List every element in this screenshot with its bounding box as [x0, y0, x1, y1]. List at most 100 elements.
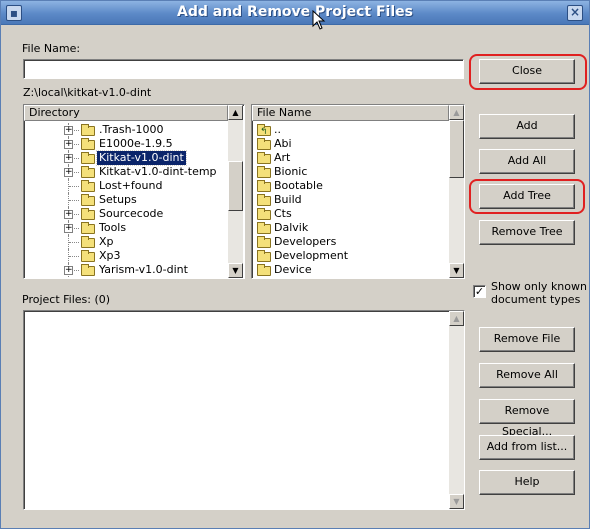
folder-icon — [257, 208, 271, 220]
scroll-down-icon[interactable]: ▼ — [228, 263, 243, 278]
scroll-thumb[interactable] — [228, 161, 243, 211]
folder-icon — [81, 180, 95, 192]
close-icon[interactable]: × — [567, 5, 583, 21]
expand-icon[interactable]: + — [64, 154, 73, 163]
file-list-item-label: Developers — [274, 235, 337, 248]
directory-item-label: Lost+found — [99, 179, 163, 192]
remove-file-button[interactable]: Remove File — [479, 327, 575, 352]
file-list-item[interactable]: Dalvik — [252, 221, 449, 235]
expand-icon[interactable]: + — [64, 168, 73, 177]
file-list-item[interactable]: Abi — [252, 137, 449, 151]
file-list-item[interactable]: Bionic — [252, 165, 449, 179]
file-name-label: File Name: — [22, 42, 81, 55]
remove-tree-button[interactable]: Remove Tree — [479, 220, 575, 245]
folder-icon — [81, 250, 95, 262]
project-files-scrollbar[interactable]: ▲ ▼ — [449, 311, 464, 509]
expand-icon[interactable]: + — [64, 224, 73, 233]
directory-item[interactable]: + Kitkat-v1.0-dint — [24, 150, 228, 166]
tree-line — [69, 256, 79, 257]
scroll-down-icon[interactable]: ▼ — [449, 494, 464, 509]
scroll-up-icon[interactable]: ▲ — [449, 311, 464, 326]
expand-icon[interactable]: + — [64, 140, 73, 149]
file-list-item[interactable]: Build — [252, 193, 449, 207]
file-list-item-label: Cts — [274, 207, 292, 220]
help-button[interactable]: Help — [479, 470, 575, 495]
tree-line — [69, 242, 79, 243]
folder-icon — [257, 250, 271, 262]
folder-icon — [257, 152, 271, 164]
file-list-item[interactable]: Development — [252, 249, 449, 263]
scroll-up-icon[interactable]: ▲ — [449, 105, 464, 120]
folder-icon — [257, 138, 271, 150]
file-name-input[interactable] — [23, 59, 464, 79]
folder-icon — [81, 138, 95, 150]
folder-icon — [81, 208, 95, 220]
file-list-item-label: Device — [274, 263, 312, 276]
folder-icon — [257, 194, 271, 206]
folder-icon — [81, 194, 95, 206]
directory-item-label: Yarism-v1.0-dint — [99, 263, 188, 276]
file-list[interactable]: File Name ↰.. Abi Art Bionic Bootable Build Ct… — [251, 104, 465, 279]
remove-all-button[interactable]: Remove All — [479, 363, 575, 388]
remove-special-button[interactable]: Remove Special... — [479, 399, 575, 438]
current-path: Z:\local\kitkat-v1.0-dint — [23, 86, 152, 99]
folder-icon — [81, 222, 95, 234]
file-list-item-label: Bootable — [274, 179, 323, 192]
show-known-types-label-line1: Show only known — [491, 280, 587, 293]
scroll-thumb[interactable] — [449, 120, 464, 178]
directory-item[interactable]: + Tools — [24, 221, 228, 235]
file-list-item-label: Art — [274, 151, 291, 164]
expand-icon[interactable]: + — [64, 210, 73, 219]
file-list-item-label: Dalvik — [274, 221, 309, 234]
add-tree-highlight-annotation — [469, 179, 585, 214]
directory-item[interactable]: + Sourcecode — [24, 207, 228, 221]
directory-item[interactable]: + Yarism-v1.0-dint — [24, 263, 228, 277]
directory-item-label: Sourcecode — [99, 207, 164, 220]
scroll-down-icon[interactable]: ▼ — [449, 263, 464, 278]
show-known-types-checkbox[interactable]: ✓ — [473, 285, 486, 298]
folder-icon — [257, 180, 271, 192]
directory-item[interactable]: Lost+found — [24, 179, 228, 193]
file-list-item-label: Bionic — [274, 165, 308, 178]
folder-icon — [81, 152, 95, 164]
file-list-item[interactable]: Cts — [252, 207, 449, 221]
file-list-item[interactable]: Art — [252, 151, 449, 165]
window-title: Add and Remove Project Files — [177, 4, 413, 20]
file-name-column-header[interactable]: File Name — [252, 105, 449, 121]
directory-item[interactable]: Xp — [24, 235, 228, 249]
directory-item[interactable]: Xp3 — [24, 249, 228, 263]
directory-item-label: Xp3 — [99, 249, 121, 262]
directory-item-label: Tools — [99, 221, 127, 234]
close-highlight-annotation — [469, 54, 587, 90]
scroll-up-icon[interactable]: ▲ — [228, 105, 243, 120]
file-list-item[interactable]: Developers — [252, 235, 449, 249]
parent-folder-item[interactable]: ↰.. — [252, 123, 449, 137]
add-button[interactable]: Add — [479, 114, 575, 139]
folder-icon — [257, 236, 271, 248]
directory-column-header[interactable]: Directory — [24, 105, 228, 121]
directory-item[interactable]: + .Trash-1000 — [24, 123, 228, 137]
add-from-list-button[interactable]: Add from list... — [479, 435, 575, 460]
directory-scrollbar[interactable]: ▲ ▼ — [228, 105, 243, 278]
tree-line — [69, 200, 79, 201]
file-list-item-label: .. — [274, 123, 281, 136]
title-bar[interactable]: ▪ Add and Remove Project Files × — [1, 1, 589, 25]
file-list-scrollbar[interactable]: ▲ ▼ — [449, 105, 464, 278]
show-known-types-label-line2: document types — [491, 293, 581, 306]
directory-item[interactable]: + E1000e-1.9.5 — [24, 137, 228, 151]
directory-tree[interactable]: Directory + .Trash-1000 + E1000e-1.9.5 + Kitk… — [23, 104, 245, 279]
directory-item[interactable]: + Kitkat-v1.0-dint-temp — [24, 165, 228, 179]
file-list-item-label: Build — [274, 193, 302, 206]
file-list-item[interactable]: Bootable — [252, 179, 449, 193]
file-list-item[interactable]: Device — [252, 263, 449, 277]
project-files-list[interactable]: ▲ ▼ — [23, 310, 465, 510]
expand-icon[interactable]: + — [64, 266, 73, 275]
directory-item-label: Kitkat-v1.0-dint — [96, 150, 187, 166]
directory-item-label: Kitkat-v1.0-dint-temp — [99, 165, 217, 178]
directory-item[interactable]: Setups — [24, 193, 228, 207]
add-all-button[interactable]: Add All — [479, 149, 575, 174]
directory-item-label: E1000e-1.9.5 — [99, 137, 173, 150]
tree-line — [69, 186, 79, 187]
expand-icon[interactable]: + — [64, 126, 73, 135]
add-remove-project-files-dialog: ▪ Add and Remove Project Files × File Na… — [0, 0, 590, 529]
